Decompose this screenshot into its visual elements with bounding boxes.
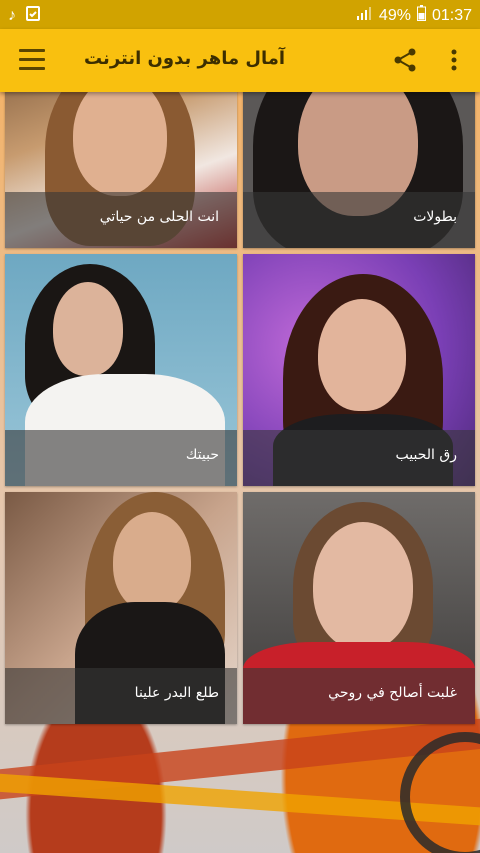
song-card[interactable]: بطولات [243,92,475,248]
app-title: آمال ماهر بدون انترنت [84,48,286,69]
singer-photo [318,299,406,411]
song-card[interactable]: رق الحبيب [243,254,475,486]
singer-photo [313,522,413,650]
system-status: 49% 01:37 [356,5,472,26]
app-bar: آمال ماهر بدون انترنت [0,29,480,92]
singer-photo [73,92,167,196]
singer-photo [113,512,191,612]
signal-icon [356,6,373,25]
hamburger-menu-icon[interactable] [19,49,45,71]
clipboard-check-icon [26,5,40,26]
song-card[interactable]: حبيتك [5,254,237,486]
song-title: بطولات [243,192,475,248]
clock: 01:37 [431,6,472,24]
song-title: حبيتك [5,430,237,486]
song-title: غلبت أصالح في روحي [243,668,475,724]
battery-icon [416,5,426,26]
song-card[interactable]: طلع البدر علينا [5,492,237,724]
song-grid: انت الحلى من حياتي بطولات حبيتك رق الحبي… [0,92,480,853]
song-card[interactable]: غلبت أصالح في روحي [243,492,475,724]
more-vertical-icon[interactable] [444,47,464,73]
status-bar: ♪ 49% 01:37 [0,0,480,29]
notification-icons: ♪ [8,5,40,26]
share-icon[interactable] [392,47,418,73]
song-title: رق الحبيب [243,430,475,486]
singer-photo [53,282,123,376]
battery-percent: 49% [378,6,411,24]
song-title: طلع البدر علينا [5,668,237,724]
music-note-icon: ♪ [8,6,16,24]
song-card[interactable]: انت الحلى من حياتي [5,92,237,248]
song-title: انت الحلى من حياتي [5,192,237,248]
